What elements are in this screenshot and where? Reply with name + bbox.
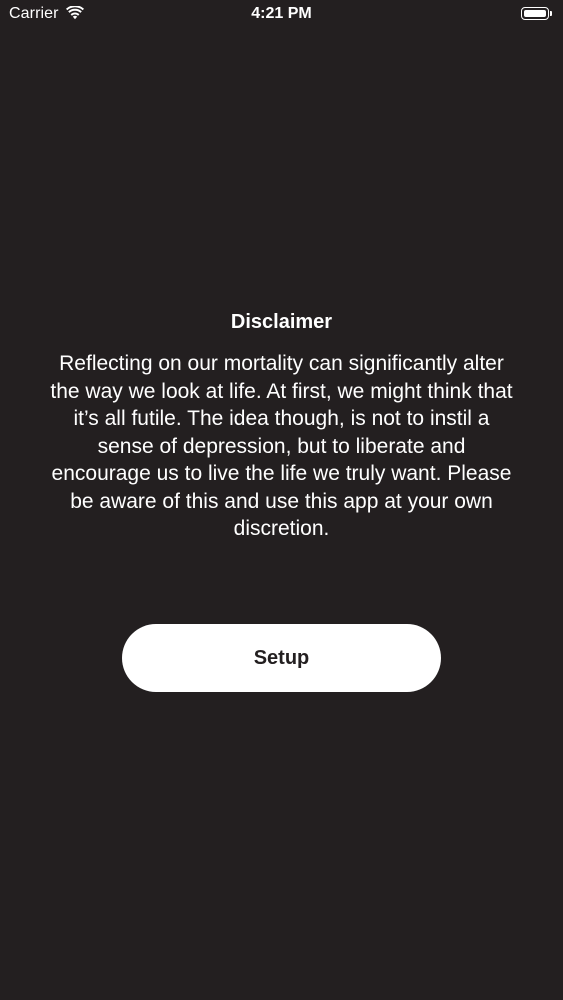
setup-button[interactable]: Setup bbox=[122, 624, 441, 692]
disclaimer-title: Disclaimer bbox=[230, 311, 333, 333]
status-time: 4:21 PM bbox=[251, 5, 312, 22]
battery-tip bbox=[550, 11, 552, 16]
battery-icon bbox=[521, 7, 555, 22]
status-bar: Carrier 4:21 PM bbox=[0, 0, 563, 30]
battery-body bbox=[521, 7, 549, 20]
disclaimer-body: Reflecting on our mortality can signific… bbox=[50, 352, 513, 540]
battery-fill bbox=[524, 10, 546, 17]
disclaimer-section: Disclaimer Reflecting on our mortality c… bbox=[0, 308, 563, 543]
